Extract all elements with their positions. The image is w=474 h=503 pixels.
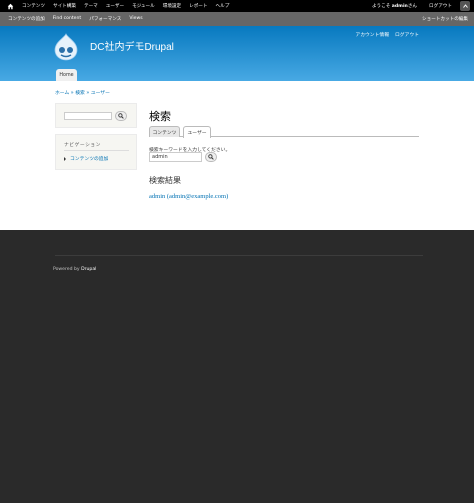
- search-submit-button[interactable]: [205, 152, 217, 162]
- toolbar-toggle-button[interactable]: [460, 1, 470, 11]
- page-title: 検索: [149, 110, 171, 123]
- admin-toolbar: コンテンツ サイト構築 テーマ ユーザー モジュール 環境設定 レポート ヘルプ…: [0, 0, 474, 12]
- sidebar-search-input[interactable]: [64, 112, 112, 120]
- secondary-menu: アカウント情報 ログアウト: [355, 31, 419, 38]
- search-icon: [118, 113, 124, 119]
- toolbar-logout-link[interactable]: ログアウト: [429, 3, 452, 9]
- shortcut-find-content[interactable]: Find content: [49, 16, 85, 22]
- chevron-up-icon: [462, 4, 468, 8]
- powered-by-text: Powered by Drupal: [53, 267, 97, 272]
- edit-shortcuts-link[interactable]: ショートカットの編集: [422, 16, 468, 22]
- admin-menu-modules[interactable]: モジュール: [128, 3, 159, 9]
- admin-menu-configuration[interactable]: 環境設定: [159, 3, 185, 9]
- shortcut-performance[interactable]: パフォーマンス: [85, 16, 125, 22]
- search-icon: [208, 154, 214, 160]
- welcome-text: ようこそ adminさん: [371, 4, 418, 9]
- admin-menu-content[interactable]: コンテンツ: [18, 3, 49, 9]
- admin-menu: コンテンツ サイト構築 テーマ ユーザー モジュール 環境設定 レポート ヘルプ: [18, 3, 233, 9]
- site-name[interactable]: DC社内デモDrupal: [90, 38, 174, 53]
- drupal-logo-icon[interactable]: [53, 33, 79, 61]
- main-menu-home-tab[interactable]: Home: [56, 69, 77, 81]
- sidebar-search-block: [55, 103, 137, 128]
- footer-divider: [55, 255, 423, 256]
- drupal-link[interactable]: Drupal: [81, 267, 96, 272]
- search-results-title: 検索結果: [149, 176, 181, 185]
- admin-menu-help[interactable]: ヘルプ: [212, 3, 234, 9]
- navigation-block: ナビゲーション コンテンツの追加: [55, 134, 137, 170]
- shortcut-views[interactable]: Views: [125, 16, 146, 22]
- header-logout-link[interactable]: ログアウト: [395, 31, 419, 38]
- welcome-user-link[interactable]: admin: [392, 4, 408, 9]
- breadcrumb[interactable]: ホーム » 検索 » ユーザー: [55, 89, 110, 96]
- search-result-link[interactable]: admin (admin@example.com): [149, 193, 228, 200]
- navigation-divider: [64, 150, 129, 151]
- tab-content[interactable]: コンテンツ: [149, 126, 180, 137]
- account-info-link[interactable]: アカウント情報: [355, 31, 389, 38]
- admin-menu-structure[interactable]: サイト構築: [49, 3, 80, 9]
- nav-item-add-content[interactable]: コンテンツの追加: [64, 155, 108, 162]
- tab-users[interactable]: ユーザー: [183, 126, 211, 138]
- admin-menu-reports[interactable]: レポート: [185, 3, 211, 9]
- admin-menu-appearance[interactable]: テーマ: [80, 3, 102, 9]
- shortcuts-bar: コンテンツの追加 Find content パフォーマンス Views ショート…: [0, 12, 474, 26]
- admin-menu-people[interactable]: ユーザー: [102, 3, 128, 9]
- shortcut-add-content[interactable]: コンテンツの追加: [4, 16, 49, 22]
- search-tabs: コンテンツ ユーザー: [149, 126, 419, 138]
- sidebar-search-button[interactable]: [115, 111, 127, 121]
- navigation-title: ナビゲーション: [64, 143, 101, 148]
- home-icon[interactable]: [4, 0, 16, 12]
- keyword-input[interactable]: admin: [149, 152, 202, 162]
